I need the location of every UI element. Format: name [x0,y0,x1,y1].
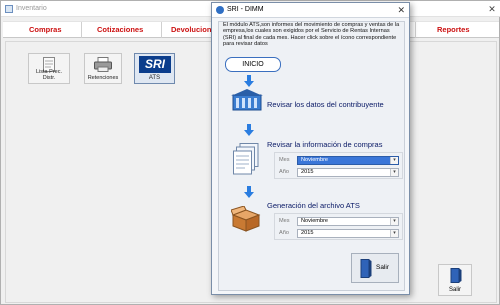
dialog-body: El módulo ATS,son informes del movimient… [218,21,405,291]
sri-logo-icon: SRI [139,56,171,73]
arrow-down-icon [244,124,254,136]
compras-period-group: Mes Noviembre ▾ Año 2015 ▾ [274,152,403,179]
ats-year-value: 2015 [301,230,314,236]
exit-door-icon [450,268,462,283]
compras-month-select[interactable]: Noviembre ▾ [297,156,399,165]
dialog-description: El módulo ATS,son informes del movimient… [223,22,400,48]
retenciones-button[interactable]: Retenciones [84,53,122,84]
step-compras-label[interactable]: Revisar la información de compras [267,140,382,149]
main-exit-button[interactable]: Salir [438,264,472,296]
chevron-down-icon: ▾ [390,218,398,225]
menu-divider [415,22,416,38]
menu-cotizaciones[interactable]: Cotizaciones [97,25,143,34]
ats-button[interactable]: SRI ATS [134,53,175,84]
menu-divider [161,22,162,38]
arrow-down-icon [244,186,254,198]
dialog-titlebar: SRI - DIMM ✕ [212,3,409,18]
menu-divider [81,22,82,38]
ats-period-group: Mes Noviembre ▾ Año 2015 ▾ [274,213,403,240]
dialog-exit-label: Salir [376,264,390,271]
ats-month-value: Noviembre [301,218,329,224]
ats-month-select[interactable]: Noviembre ▾ [297,217,399,226]
main-window-title: Inventario [16,5,47,12]
retenciones-label: Retenciones [87,75,119,81]
compras-month-value: Noviembre [301,157,329,163]
exit-door-icon [360,259,372,278]
menu-compras[interactable]: Compras [29,25,62,34]
compras-year-label: Año [279,169,289,175]
dialog-title: SRI - DIMM [227,6,264,13]
ats-month-label: Mes [279,218,290,224]
dialog-exit-button[interactable]: Salir [351,253,399,283]
box-icon[interactable] [231,206,261,232]
app-icon [5,5,13,13]
ats-year-select[interactable]: 2015 ▾ [297,229,399,238]
chevron-down-icon: ▾ [390,169,398,176]
ats-label: ATS [148,75,161,81]
lista-precios-label: Lista Prec. Distr. [36,69,62,81]
sri-dimm-dialog: SRI - DIMM ✕ El módulo ATS,son informes … [211,2,410,295]
dialog-close-icon[interactable]: ✕ [397,5,405,15]
menu-reportes[interactable]: Reportes [437,25,470,34]
lista-precios-button[interactable]: Lista Prec. Distr. [28,53,70,84]
dialog-app-icon [216,6,224,14]
compras-year-value: 2015 [301,169,314,175]
step-ats-label[interactable]: Generación del archivo ATS [267,201,360,210]
documents-icon[interactable] [233,143,259,175]
inicio-label: INICIO [225,57,281,72]
main-close-icon[interactable]: ✕ [487,4,497,14]
arrow-down-icon [244,75,254,87]
printer-icon [94,57,112,72]
compras-month-label: Mes [279,157,290,163]
step-contribuyente-label[interactable]: Revisar los datos del contribuyente [267,100,384,109]
chevron-down-icon: ▾ [390,230,398,237]
main-exit-label: Salir [448,287,461,293]
compras-year-select[interactable]: 2015 ▾ [297,168,399,177]
chevron-down-icon: ▾ [390,157,398,164]
ats-year-label: Año [279,230,289,236]
building-icon[interactable] [231,89,263,111]
